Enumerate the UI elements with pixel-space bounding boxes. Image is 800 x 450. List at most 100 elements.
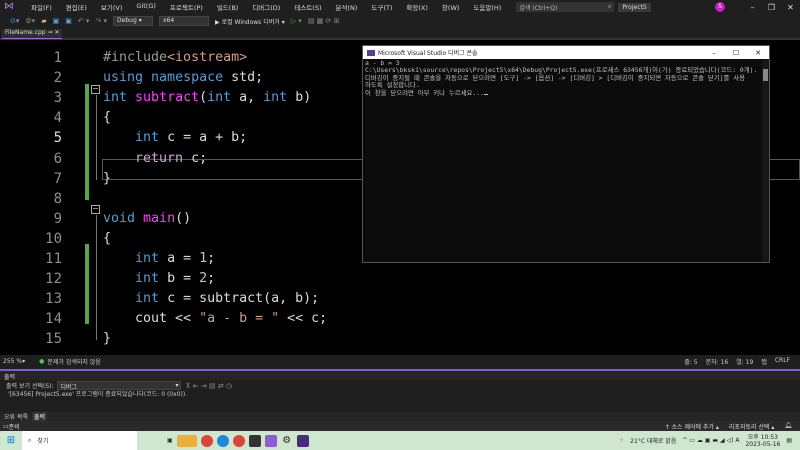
file-explorer-icon[interactable] <box>176 434 197 447</box>
settings-icon[interactable]: ⚙ <box>281 435 293 447</box>
new-project-icon[interactable]: ⚙▾ <box>25 17 35 25</box>
zoom-level[interactable]: 255 % <box>3 358 22 365</box>
chrome-icon[interactable] <box>232 434 245 447</box>
minimize-button[interactable]: – <box>743 3 762 12</box>
code-line[interactable]: cout << "a - b = " << c; <box>103 309 327 329</box>
code-line[interactable]: using namespace std; <box>103 68 263 88</box>
notification-icon[interactable]: 🔔︎ <box>784 422 792 431</box>
change-indicator <box>85 244 89 324</box>
console-app-icon[interactable] <box>296 434 309 447</box>
code-line[interactable]: int b = 2; <box>103 269 215 289</box>
output-tools-icon[interactable]: ⊼ ⇤ ⇥ ▤ ⇄ ◷ <box>185 382 232 390</box>
console-title-bar[interactable]: Microsoft Visual Studio 디버그 콘솔 – ☐ ✕ <box>363 46 769 59</box>
tab-output[interactable]: 출력 <box>32 412 48 421</box>
add-source-control-button[interactable]: ↑ 소스 제어에 추가 ▴ <box>665 422 719 431</box>
platform-select[interactable]: x64 <box>159 16 210 26</box>
menu-item[interactable]: 도구(T) <box>364 2 399 12</box>
line-number: 3 <box>53 90 62 107</box>
close-button[interactable]: ✕ <box>781 3 800 12</box>
console-icon <box>367 49 375 56</box>
menu-item[interactable]: 편집(E) <box>59 2 94 12</box>
column-number: 열: 19 <box>736 359 754 366</box>
code-line[interactable]: return c; <box>103 149 207 169</box>
code-line[interactable]: { <box>103 108 111 128</box>
collapse-icon[interactable]: − <box>91 205 100 214</box>
code-line[interactable]: int subtract(int a, int b) <box>103 88 311 108</box>
output-source-select[interactable]: 디버그 ▾ <box>57 381 182 391</box>
code-token: int <box>103 90 128 106</box>
menu-item[interactable]: 파일(F) <box>24 2 59 12</box>
code-token: 1 <box>199 251 208 266</box>
task-view-icon[interactable]: ▣ <box>167 437 173 444</box>
menu-item[interactable]: Git(G) <box>129 2 163 12</box>
console-minimize-button[interactable]: – <box>703 49 725 57</box>
menu-item[interactable]: 테스트(S) <box>287 2 328 12</box>
start-debugging-button[interactable]: ▶ 로컬 Windows 디버거 ▾ <box>215 17 285 26</box>
menu-item[interactable]: 확장(X) <box>399 2 435 12</box>
menu-item[interactable]: 빌드(B) <box>210 2 246 12</box>
issues-status[interactable]: 문제가 검색되지 않음 <box>47 357 101 366</box>
code-line[interactable]: { <box>103 229 111 249</box>
code-token: int <box>263 90 288 106</box>
windows-start-icon[interactable]: ⊞ <box>0 435 22 446</box>
toolbar-tools-icon[interactable]: ▤ ▦ ⟳ ⊞ <box>308 17 340 25</box>
scope-guide <box>96 215 97 340</box>
console-scrollbar[interactable] <box>762 59 769 262</box>
menu-item[interactable]: 디버그(D) <box>245 2 287 12</box>
sticky-notes-icon[interactable] <box>248 434 261 447</box>
pin-icon[interactable]: ⊸ <box>48 29 53 36</box>
debug-console-window[interactable]: Microsoft Visual Studio 디버그 콘솔 – ☐ ✕ a - b… <box>362 45 770 263</box>
menu-item[interactable]: 창(W) <box>435 2 466 12</box>
taskbar-search[interactable]: ⌕ 찾기 <box>22 431 137 450</box>
select-repository-button[interactable]: 리포지토리 선택 ▴ <box>729 422 774 431</box>
code-line[interactable]: void main() <box>103 209 191 229</box>
code-token: main <box>143 210 176 226</box>
menu-item[interactable]: 도움말(H) <box>466 2 508 12</box>
code-line[interactable]: int a = 1; <box>103 249 215 269</box>
console-title: Microsoft Visual Studio 디버그 콘솔 <box>378 50 478 57</box>
console-close-button[interactable]: ✕ <box>747 49 769 57</box>
code-token: b = <box>159 271 200 287</box>
visual-studio-icon[interactable] <box>264 434 277 447</box>
back-icon[interactable]: ⊙▾ <box>10 17 19 25</box>
collapse-icon[interactable]: − <box>91 85 100 94</box>
tab-filename-cpp[interactable]: FileName.cpp ⊸ ✕ <box>2 29 63 39</box>
menu-item[interactable]: 프로젝트(P) <box>163 2 210 12</box>
weather-text[interactable]: 21°C 대체로 맑음 <box>630 436 676 445</box>
restore-button[interactable]: ❐ <box>762 3 781 12</box>
configuration-select[interactable]: Debug ▾ <box>113 16 154 26</box>
tab-close-icon[interactable]: ✕ <box>54 29 59 36</box>
search-box[interactable]: 검색 (Ctrl+Q) ⌕ <box>516 2 615 12</box>
edge-icon[interactable] <box>216 434 229 447</box>
scroll-thumb[interactable] <box>763 69 768 81</box>
line-number: 13 <box>45 291 62 308</box>
line-number: 10 <box>45 230 62 247</box>
code-token: { <box>103 110 112 126</box>
menu-item[interactable]: 보기(V) <box>94 2 129 12</box>
avatar[interactable]: S <box>715 2 725 12</box>
indent-mode[interactable]: 탭 <box>761 357 767 366</box>
code-line[interactable]: } <box>103 329 111 349</box>
system-tray-icons[interactable]: ^ ▭ ☁ ▣ ▬ ◢ ◁) A <box>682 437 739 444</box>
code-line[interactable]: int c = a + b; <box>103 128 247 148</box>
code-token: int <box>135 130 160 146</box>
redo-icon[interactable]: ↷ ▾ <box>95 17 107 25</box>
open-icon[interactable]: ▰ <box>41 17 46 25</box>
clock[interactable]: 오후 10:53 2023-05-16 <box>745 434 780 448</box>
code-line[interactable]: } <box>103 169 111 189</box>
code-line[interactable]: int c = subtract(a, b); <box>103 289 319 309</box>
chrome-icon[interactable] <box>200 434 213 447</box>
start-without-debugging-icon[interactable]: ▷ ▾ <box>291 17 302 25</box>
notification-center-icon[interactable]: ▤ <box>786 437 792 444</box>
line-ending[interactable]: CRLF <box>775 357 790 366</box>
menu-item[interactable]: 분석(N) <box>329 2 365 12</box>
undo-icon[interactable]: ↶ ▾ <box>78 17 90 25</box>
save-all-icon[interactable]: ▣ <box>65 17 72 25</box>
tab-error-list[interactable]: 오류 목록 <box>4 412 28 421</box>
save-icon[interactable]: ▣ <box>53 17 60 25</box>
console-maximize-button[interactable]: ☐ <box>725 49 747 57</box>
code-line[interactable]: #include<iostream> <box>103 48 247 68</box>
code-token: ; <box>207 271 216 287</box>
